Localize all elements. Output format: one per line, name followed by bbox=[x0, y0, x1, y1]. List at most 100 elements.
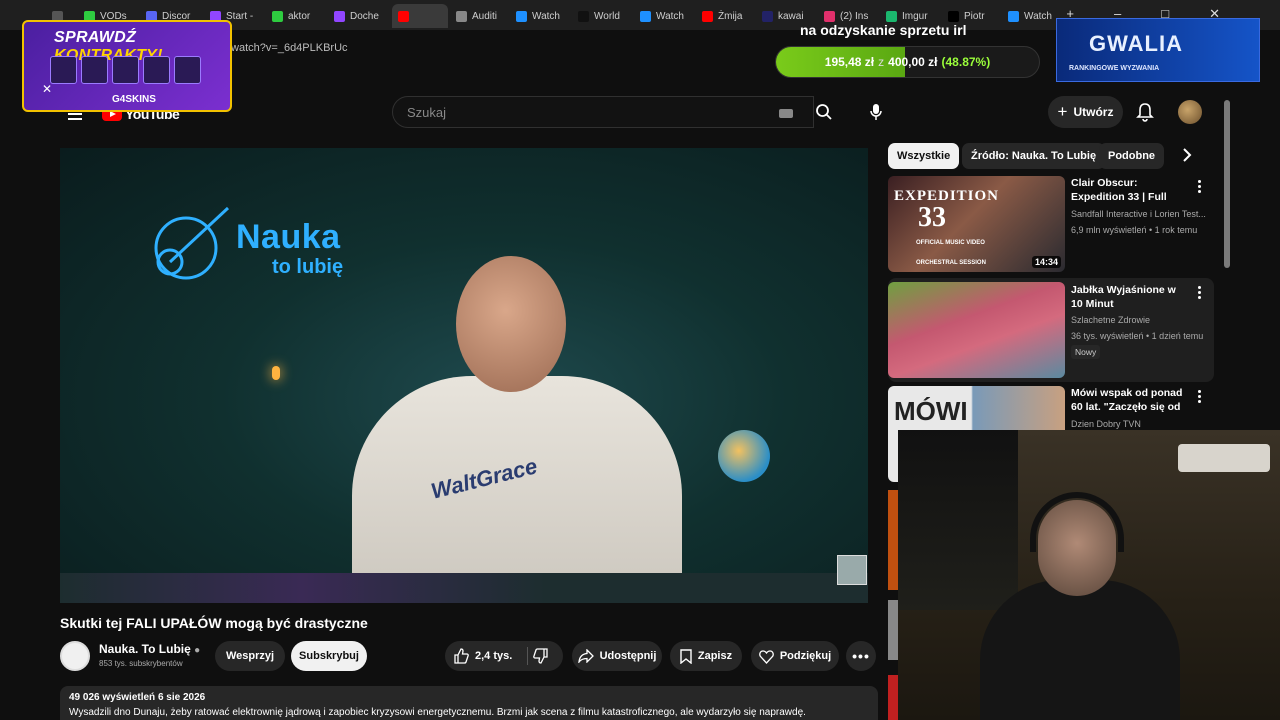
bookmark-icon bbox=[680, 648, 692, 664]
browser-tab[interactable]: Watch bbox=[640, 6, 696, 26]
share-icon bbox=[577, 649, 594, 663]
browser-tab[interactable]: Żmija bbox=[702, 6, 756, 26]
video-description[interactable]: 49 026 wyświetleń 6 sie 2026 Wysadzili d… bbox=[60, 686, 878, 720]
like-button[interactable]: 2,4 tys. bbox=[453, 641, 512, 671]
search-input[interactable] bbox=[407, 105, 767, 120]
browser-tab[interactable]: Watch bbox=[1008, 6, 1062, 26]
new-badge: Nowy bbox=[1071, 345, 1101, 359]
save-button[interactable]: Zapisz bbox=[670, 641, 742, 671]
recommendation-item[interactable]: EXPEDITION 33 OFFICIAL MUSIC VIDEO ORCHE… bbox=[888, 176, 1214, 276]
recommendation-title[interactable]: Mówi wspak od ponad 60 lat. "Zaczęło się… bbox=[1071, 386, 1189, 415]
donation-goal-text: 195,48 zł z 400,00 zł (48.87%) bbox=[824, 55, 991, 69]
channel-watermark[interactable] bbox=[837, 555, 867, 585]
recommendation-thumbnail-partial[interactable] bbox=[888, 600, 898, 660]
tab-favicon-icon bbox=[334, 10, 345, 22]
search-button[interactable] bbox=[804, 96, 844, 128]
url-field[interactable]: /watch?v=_6d4PLKBrUc bbox=[228, 42, 348, 54]
browser-tab[interactable]: Watch bbox=[516, 6, 572, 26]
recommendation-title[interactable]: Jabłka Wyjaśnione w 10 Minut bbox=[1071, 283, 1189, 311]
recommendation-thumbnail[interactable] bbox=[888, 282, 1065, 378]
user-avatar[interactable] bbox=[1178, 100, 1202, 124]
recommendation-thumbnail-partial[interactable] bbox=[888, 675, 898, 720]
tab-label: Watch bbox=[656, 10, 684, 22]
more-vertical-icon[interactable] bbox=[1194, 284, 1204, 300]
view-count-and-date: 49 026 wyświetleń 6 sie 2026 bbox=[69, 692, 206, 703]
tab-label: Start - bbox=[226, 10, 254, 22]
create-button[interactable]: + Utwórz bbox=[1048, 96, 1123, 128]
headphones-icon bbox=[1030, 492, 1124, 552]
like-count: 2,4 tys. bbox=[475, 650, 513, 662]
notifications-button[interactable] bbox=[1136, 102, 1154, 127]
plus-icon: + bbox=[1057, 102, 1068, 121]
chip-all[interactable]: Wszystkie bbox=[888, 143, 960, 169]
more-actions-button[interactable]: ••• bbox=[846, 641, 876, 671]
streamer-body bbox=[980, 580, 1180, 720]
more-vertical-icon[interactable] bbox=[1194, 388, 1204, 404]
recommendation-channel[interactable]: Szlachetne Zdrowie bbox=[1071, 315, 1209, 325]
search-box bbox=[392, 96, 814, 128]
channel-name[interactable]: Nauka. To Lubię ● bbox=[99, 642, 200, 656]
share-button[interactable]: Udostępnij bbox=[572, 641, 662, 671]
support-button[interactable]: Wesprzyj bbox=[215, 641, 285, 671]
recommendation-thumbnail[interactable]: EXPEDITION 33 OFFICIAL MUSIC VIDEO ORCHE… bbox=[888, 176, 1065, 272]
keyboard-icon[interactable] bbox=[779, 109, 793, 118]
browser-tab[interactable]: Auditi bbox=[456, 6, 510, 26]
browser-tab[interactable]: aktor bbox=[272, 6, 328, 26]
tab-favicon-icon bbox=[516, 10, 527, 22]
thanks-button[interactable]: Podziękuj bbox=[751, 641, 839, 671]
promo-banner[interactable]: SPRAWDŹ KONTRAKTY! G4SKINS ✕ bbox=[22, 20, 232, 112]
chip-source-channel[interactable]: Źródło: Nauka. To Lubię bbox=[962, 143, 1106, 169]
webcam-air-conditioner bbox=[1178, 444, 1270, 472]
skin-thumbnail bbox=[174, 56, 201, 84]
tab-favicon-icon bbox=[702, 10, 713, 22]
recommendation-meta: 36 tys. wyświetleń • 1 dzień temu bbox=[1071, 331, 1204, 341]
globe-prop bbox=[718, 430, 770, 482]
more-horizontal-icon: ••• bbox=[852, 648, 870, 664]
donation-goal-title: na odzyskanie sprzetu irl bbox=[800, 22, 967, 38]
tab-label: kawai bbox=[778, 10, 804, 22]
tab-favicon-icon bbox=[948, 10, 959, 22]
more-vertical-icon[interactable] bbox=[1194, 178, 1204, 194]
scrollbar[interactable] bbox=[1224, 100, 1230, 268]
close-icon[interactable]: ✕ bbox=[42, 82, 52, 96]
skin-thumbnail bbox=[50, 56, 77, 84]
description-text: Wysadzili dno Dunaju, żeby ratować elekt… bbox=[69, 707, 806, 718]
gwalia-subtitle: RANKINGOWE WYZWANIA bbox=[1069, 65, 1160, 72]
create-label: Utwórz bbox=[1073, 105, 1114, 119]
desk-surface bbox=[60, 573, 868, 603]
recommendation-meta: 6,9 mln wyświetleń • 1 rok temu bbox=[1071, 225, 1198, 235]
recommendation-channel[interactable]: Sandfall Interactive i Lorien Test... bbox=[1071, 209, 1209, 219]
skin-thumbnail bbox=[143, 56, 170, 84]
recommendation-thumbnail-partial[interactable] bbox=[888, 490, 898, 590]
thumbs-down-icon bbox=[533, 648, 548, 664]
recommendation-channel[interactable]: Dzien Dobry TVN bbox=[1071, 419, 1209, 429]
tab-label: Piotr bbox=[964, 10, 985, 22]
video-player[interactable]: Nauka to lubię WaltGrace bbox=[60, 148, 868, 603]
tab-favicon-icon bbox=[456, 10, 467, 22]
tab-favicon-icon bbox=[762, 10, 773, 22]
browser-tab[interactable]: World bbox=[578, 6, 634, 26]
browser-tab[interactable]: Doche bbox=[334, 6, 386, 26]
video-duration: 14:34 bbox=[1031, 256, 1061, 268]
thanks-label: Podziękuj bbox=[779, 650, 832, 662]
browser-tab[interactable] bbox=[392, 4, 448, 28]
heart-dollar-icon bbox=[759, 649, 774, 664]
nauka-logo-subtext: to lubię bbox=[272, 256, 344, 278]
recommendation-title[interactable]: Clair Obscur: Expedition 33 | Full Orche… bbox=[1071, 176, 1189, 205]
share-label: Udostępnij bbox=[599, 650, 657, 662]
channel-subscriber-count: 853 tys. subskrybentów bbox=[99, 659, 183, 668]
gwalia-banner: GWALIA RANKINGOWE WYZWANIA bbox=[1056, 18, 1260, 82]
promo-brand: G4SKINS bbox=[112, 94, 156, 105]
webcam-overlay bbox=[898, 430, 1280, 720]
subscribe-button[interactable]: Subskrybuj bbox=[291, 641, 367, 671]
voice-search-button[interactable] bbox=[860, 96, 892, 128]
recommendation-item[interactable]: Jabłka Wyjaśnione w 10 Minut Szlachetne … bbox=[888, 278, 1214, 382]
tab-label: World bbox=[594, 10, 620, 22]
tab-label: Żmija bbox=[718, 10, 743, 22]
donation-goal-bar: 195,48 zł z 400,00 zł (48.87%) bbox=[775, 46, 1040, 78]
channel-avatar[interactable] bbox=[60, 641, 90, 671]
chip-similar[interactable]: Podobne bbox=[1099, 143, 1165, 169]
presenter-body bbox=[352, 376, 682, 603]
dislike-button[interactable] bbox=[533, 648, 549, 667]
chips-next-button[interactable] bbox=[1182, 148, 1192, 167]
